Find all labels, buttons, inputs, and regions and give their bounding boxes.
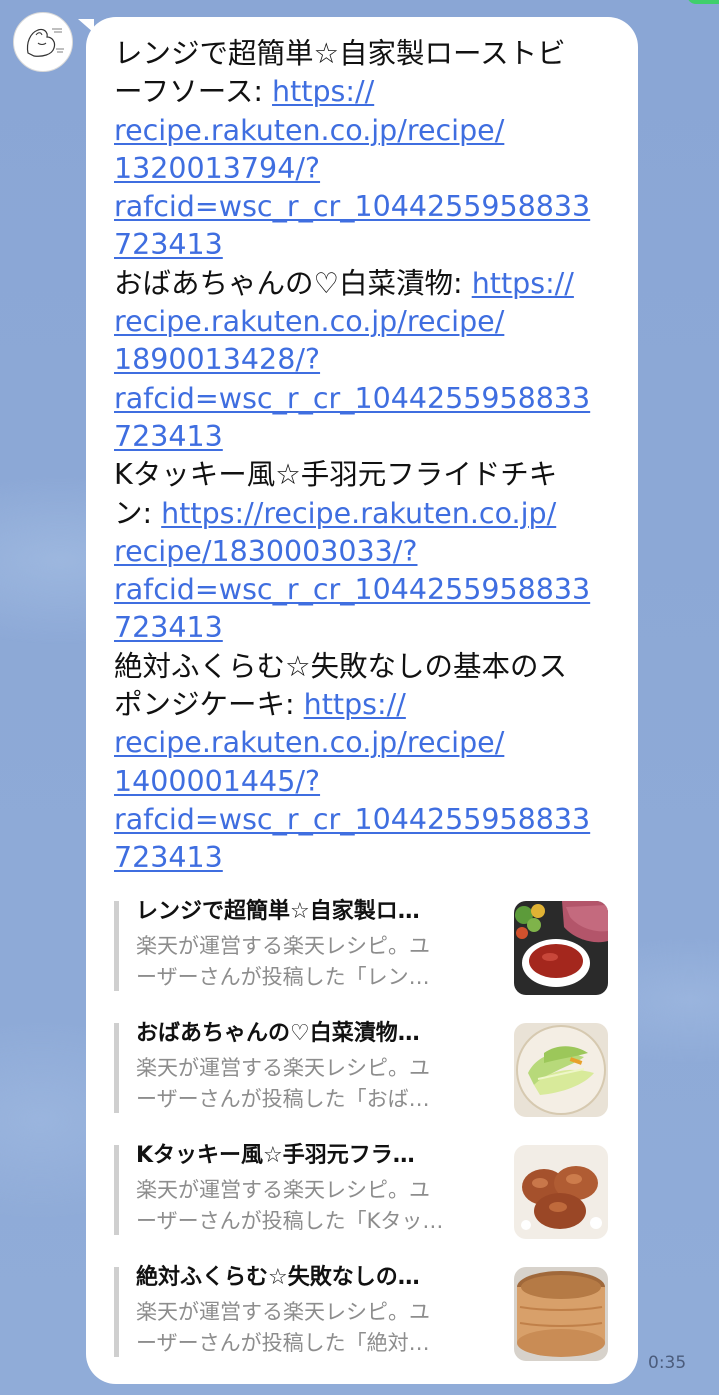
- recipe-link[interactable]: recipe.rakuten.co.jp/recipe/: [114, 726, 504, 759]
- message-text: レンジで超簡単☆自家製ローストビ ーフソース: https://recipe.ra…: [114, 35, 614, 878]
- message-bubble[interactable]: レンジで超簡単☆自家製ローストビ ーフソース: https://recipe.ra…: [86, 17, 638, 1384]
- message-line: 1890013428/?: [114, 341, 614, 379]
- message-line: recipe.rakuten.co.jp/recipe/: [114, 303, 614, 341]
- recipe-link[interactable]: rafcid=wsc_r_cr_1044255958833: [114, 190, 590, 223]
- message-line-text: 絶対ふくらむ☆失敗なしの基本のス: [114, 649, 568, 683]
- message-line: 絶対ふくらむ☆失敗なしの基本のス: [114, 648, 614, 686]
- recipe-link[interactable]: recipe.rakuten.co.jp/recipe/: [114, 114, 504, 147]
- recipe-link[interactable]: 723413: [114, 611, 223, 644]
- message-line: recipe.rakuten.co.jp/recipe/: [114, 724, 614, 762]
- recipe-link[interactable]: rafcid=wsc_r_cr_1044255958833: [114, 573, 590, 606]
- recipe-link[interactable]: https://: [304, 688, 406, 721]
- preview-title: レンジで超簡単☆自家製ロ…: [136, 899, 420, 924]
- preview-description-line: ーザーさんが投稿した「レン…: [136, 965, 430, 989]
- preview-description-line: 楽天が運営する楽天レシピ。ユ: [136, 934, 430, 958]
- recipe-link[interactable]: https://: [272, 75, 374, 108]
- message-line: おばあちゃんの♡白菜漬物: https://: [114, 265, 614, 303]
- message-line: Kタッキー風☆手羽元フライドチキ: [114, 456, 614, 494]
- link-preview-card[interactable]: おばあちゃんの♡白菜漬物… 楽天が運営する楽天レシピ。ユ ーザーさんが投稿した「おば…: [114, 1019, 610, 1117]
- recipe-link[interactable]: rafcid=wsc_r_cr_1044255958833: [114, 382, 590, 415]
- preview-title: 絶対ふくらむ☆失敗なしの…: [136, 1265, 420, 1290]
- message-time: 0:35: [648, 1353, 687, 1373]
- message-line-text: Kタッキー風☆手羽元フライドチキ: [114, 458, 558, 492]
- message-line: レンジで超簡単☆自家製ローストビ: [114, 35, 614, 73]
- recipe-link[interactable]: 1890013428/?: [114, 343, 320, 376]
- preview-description: 楽天が運営する楽天レシピ。ユ ーザーさんが投稿した「おば…: [136, 1053, 430, 1115]
- recipe-link[interactable]: https://recipe.rakuten.co.jp/: [161, 497, 556, 530]
- link-preview-card[interactable]: 絶対ふくらむ☆失敗なしの… 楽天が運営する楽天レシピ。ユ ーザーさんが投稿した「絶対…: [114, 1263, 610, 1361]
- message-line: rafcid=wsc_r_cr_1044255958833: [114, 571, 614, 609]
- message-line-text: ン:: [114, 496, 162, 530]
- preview-description: 楽天が運営する楽天レシピ。ユ ーザーさんが投稿した「レン…: [136, 931, 430, 993]
- preview-description-line: ーザーさんが投稿した「Kタッ…: [136, 1209, 444, 1233]
- recipe-link[interactable]: 723413: [114, 420, 223, 453]
- message-line-text: ポンジケーキ:: [114, 688, 304, 722]
- message-line-text: ーフソース:: [114, 75, 273, 109]
- message-line: 723413: [114, 609, 614, 647]
- link-previews: レンジで超簡単☆自家製ロ… 楽天が運営する楽天レシピ。ユ ーザーさんが投稿した「レン…: [114, 897, 610, 1385]
- message-line-text: おばあちゃんの♡白菜漬物:: [114, 266, 472, 300]
- preview-description: 楽天が運営する楽天レシピ。ユ ーザーさんが投稿した「絶対…: [136, 1297, 430, 1359]
- message-line: recipe/1830003033/?: [114, 533, 614, 571]
- preview-accent-bar: [114, 1267, 119, 1357]
- pickled-cabbage-thumbnail[interactable]: [514, 1023, 608, 1117]
- message-line: rafcid=wsc_r_cr_1044255958833: [114, 380, 614, 418]
- preview-description-line: 楽天が運営する楽天レシピ。ユ: [136, 1056, 430, 1080]
- recipe-link[interactable]: recipe/1830003033/?: [114, 535, 418, 568]
- status-indicator: [687, 0, 719, 4]
- preview-description-line: 楽天が運営する楽天レシピ。ユ: [136, 1178, 430, 1202]
- preview-description-line: 楽天が運営する楽天レシピ。ユ: [136, 1300, 430, 1324]
- sponge-cake-thumbnail[interactable]: [514, 1267, 608, 1361]
- message-line-text: レンジで超簡単☆自家製ローストビ: [114, 37, 566, 70]
- avatar-drawing-icon: [26, 28, 64, 57]
- preview-description: 楽天が運営する楽天レシピ。ユ ーザーさんが投稿した「Kタッ…: [136, 1175, 443, 1237]
- preview-description-line: ーザーさんが投稿した「おば…: [136, 1087, 430, 1111]
- preview-title: Kタッキー風☆手羽元フラ…: [136, 1143, 415, 1168]
- preview-description-line: ーザーさんが投稿した「絶対…: [136, 1331, 430, 1355]
- avatar[interactable]: [13, 12, 73, 72]
- link-preview-card[interactable]: Kタッキー風☆手羽元フラ… 楽天が運営する楽天レシピ。ユ ーザーさんが投稿した「Kタ…: [114, 1141, 610, 1239]
- message-line: 1320013794/?: [114, 150, 614, 188]
- recipe-link[interactable]: 1400001445/?: [114, 765, 320, 798]
- message-line: ポンジケーキ: https://: [114, 686, 614, 724]
- recipe-link[interactable]: 723413: [114, 228, 223, 261]
- fried-chicken-thumbnail[interactable]: [514, 1145, 608, 1239]
- message-line: rafcid=wsc_r_cr_1044255958833: [114, 801, 614, 839]
- recipe-link[interactable]: 723413: [114, 841, 223, 874]
- recipe-link[interactable]: rafcid=wsc_r_cr_1044255958833: [114, 803, 590, 836]
- message-line: 723413: [114, 418, 614, 456]
- recipe-link[interactable]: recipe.rakuten.co.jp/recipe/: [114, 305, 504, 338]
- message-line: 1400001445/?: [114, 763, 614, 801]
- preview-accent-bar: [114, 1023, 119, 1113]
- link-preview-card[interactable]: レンジで超簡単☆自家製ロ… 楽天が運営する楽天レシピ。ユ ーザーさんが投稿した「レン…: [114, 897, 610, 995]
- message-line: 723413: [114, 839, 614, 877]
- preview-accent-bar: [114, 1145, 119, 1235]
- preview-title: おばあちゃんの♡白菜漬物…: [136, 1021, 420, 1046]
- recipe-link[interactable]: https://: [472, 267, 574, 300]
- roast-beef-thumbnail[interactable]: [514, 901, 608, 995]
- message-line: ン: https://recipe.rakuten.co.jp/: [114, 495, 614, 533]
- message-line: ーフソース: https://: [114, 73, 614, 111]
- message-line: recipe.rakuten.co.jp/recipe/: [114, 112, 614, 150]
- preview-accent-bar: [114, 901, 119, 991]
- message-line: rafcid=wsc_r_cr_1044255958833: [114, 188, 614, 226]
- message-line: 723413: [114, 226, 614, 264]
- recipe-link[interactable]: 1320013794/?: [114, 152, 320, 185]
